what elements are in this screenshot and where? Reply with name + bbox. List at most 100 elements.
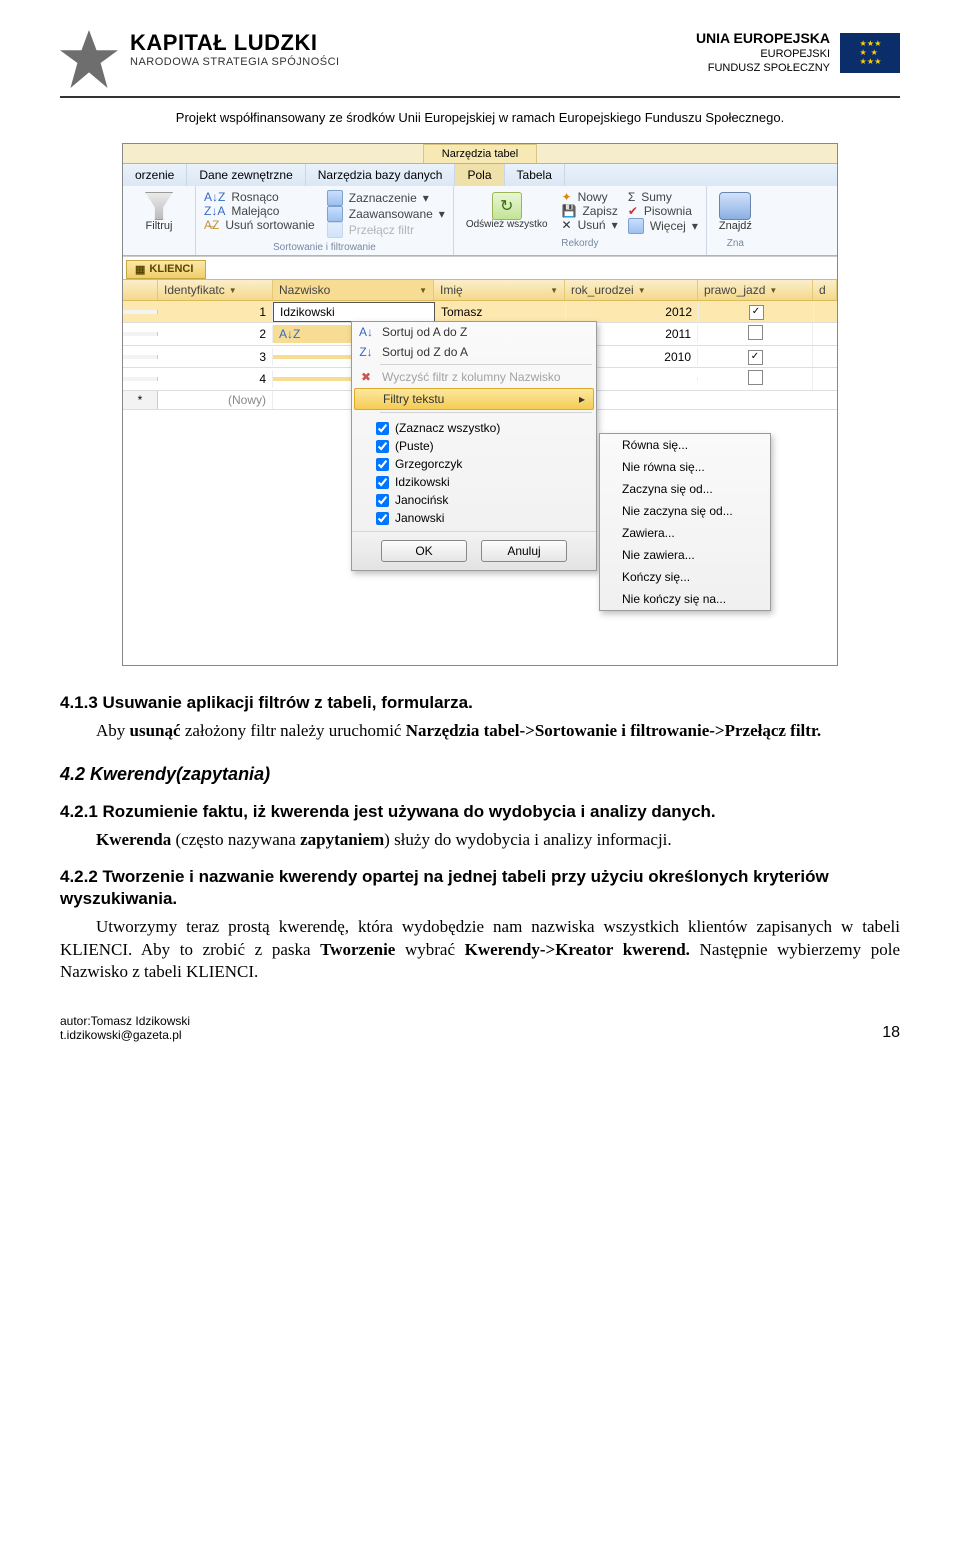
spelling[interactable]: ✔Pisownia bbox=[628, 204, 698, 218]
heading-422: 4.2.2 Tworzenie i nazwanie kwerendy opar… bbox=[60, 866, 900, 911]
ok-button[interactable]: OK bbox=[381, 540, 467, 562]
col-name[interactable]: Nazwisko▼ bbox=[273, 280, 434, 300]
ctx-text-filters-label: Filtry tekstu bbox=[383, 392, 444, 406]
row-header[interactable] bbox=[123, 355, 158, 359]
sort-clear[interactable]: A̶ZUsuń sortowanie bbox=[204, 218, 315, 232]
submenu-item[interactable]: Nie kończy się na... bbox=[600, 588, 770, 610]
checkbox[interactable] bbox=[376, 494, 389, 507]
submenu-item[interactable]: Zawiera... bbox=[600, 522, 770, 544]
project-line: Projekt współfinansowany ze środków Unii… bbox=[60, 110, 900, 125]
submenu-item[interactable]: Równa się... bbox=[600, 434, 770, 456]
cell-id[interactable]: 1 bbox=[158, 303, 273, 321]
cell-rok[interactable]: 2012 bbox=[566, 303, 699, 321]
ctx-check-item[interactable]: Janocińsk bbox=[352, 491, 596, 509]
check-label: Janowski bbox=[395, 511, 444, 525]
selection-icon bbox=[327, 190, 343, 206]
tab-fields[interactable]: Pola bbox=[455, 164, 504, 186]
checkbox-icon[interactable]: ✓ bbox=[749, 305, 764, 320]
ctx-check-item[interactable]: Grzegorczyk bbox=[352, 455, 596, 473]
delete-label: Usuń bbox=[578, 218, 606, 232]
ctx-sort-za[interactable]: Z↓Sortuj od Z do A bbox=[352, 342, 596, 362]
refresh-button[interactable]: Odśwież wszystko bbox=[462, 190, 552, 234]
text-filters-submenu: Równa się... Nie równa się... Zaczyna si… bbox=[599, 433, 771, 611]
row-header[interactable] bbox=[123, 377, 158, 381]
cell-pj[interactable] bbox=[698, 323, 813, 345]
tab-external[interactable]: Dane zewnętrzne bbox=[187, 164, 305, 186]
page-number: 18 bbox=[882, 1024, 900, 1042]
tab-dbtools[interactable]: Narzędzia bazy danych bbox=[306, 164, 456, 186]
cell-pj[interactable]: ✓ bbox=[699, 301, 814, 322]
col-rok[interactable]: rok_urodzei▼ bbox=[565, 280, 698, 300]
sort-desc[interactable]: Z↓AMalejąco bbox=[204, 204, 315, 218]
column-context-menu: A↓Sortuj od A do Z Z↓Sortuj od Z do A ✖W… bbox=[351, 321, 597, 571]
cell-pj[interactable]: ✓ bbox=[698, 346, 813, 367]
sort-clear-label: Usuń sortowanie bbox=[225, 218, 314, 232]
para-422: Utworzymy teraz prostą kwerendę, która w… bbox=[60, 916, 900, 983]
col-id[interactable]: Identyfikatc▼ bbox=[158, 280, 273, 300]
toggle-icon bbox=[327, 222, 343, 238]
cell-id[interactable]: 4 bbox=[158, 370, 273, 388]
submenu-item[interactable]: Nie zawiera... bbox=[600, 544, 770, 566]
save-record[interactable]: 💾Zapisz bbox=[562, 204, 618, 218]
row-selector-head[interactable] bbox=[123, 280, 158, 300]
ctx-text-filters[interactable]: Filtry tekstu▸ bbox=[354, 388, 594, 410]
submenu-item[interactable]: Kończy się... bbox=[600, 566, 770, 588]
ctx-sort-az-label: Sortuj od A do Z bbox=[382, 325, 467, 339]
col-prawo[interactable]: prawo_jazd▼ bbox=[698, 280, 813, 300]
checkbox-icon[interactable]: ✓ bbox=[748, 350, 763, 365]
heading-413: 4.1.3 Usuwanie aplikacji filtrów z tabel… bbox=[60, 692, 900, 714]
ctx-check-item[interactable]: (Zaznacz wszystko) bbox=[352, 419, 596, 437]
advanced-label: Zaawansowane bbox=[349, 207, 433, 221]
heading-421: 4.2.1 Rozumienie faktu, iż kwerenda jest… bbox=[60, 801, 900, 823]
cell-name[interactable]: Idzikowski bbox=[273, 302, 435, 322]
ctx-sort-az[interactable]: A↓Sortuj od A do Z bbox=[352, 322, 596, 342]
t: Kwerendy->Kreator kwerend. bbox=[465, 940, 690, 959]
row-header[interactable] bbox=[123, 310, 158, 314]
row-header[interactable] bbox=[123, 332, 158, 336]
cell-imie[interactable]: Tomasz bbox=[435, 303, 566, 321]
submenu-item[interactable]: Nie zaczyna się od... bbox=[600, 500, 770, 522]
ctx-buttons: OK Anuluj bbox=[352, 531, 596, 570]
checkbox[interactable] bbox=[376, 440, 389, 453]
checkbox[interactable] bbox=[376, 422, 389, 435]
cell-new[interactable]: (Nowy) bbox=[158, 391, 273, 409]
checkbox[interactable] bbox=[376, 512, 389, 525]
totals[interactable]: ΣSumy bbox=[628, 190, 698, 204]
filter-button[interactable]: Filtruj bbox=[131, 190, 187, 234]
ctx-check-item[interactable]: (Puste) bbox=[352, 437, 596, 455]
col-imie[interactable]: Imię▼ bbox=[434, 280, 565, 300]
checkbox[interactable] bbox=[376, 458, 389, 471]
footer: autor:Tomasz Idzikowski t.idzikowski@gaz… bbox=[60, 1014, 900, 1042]
new-record[interactable]: ✦Nowy bbox=[562, 190, 618, 204]
checkbox-icon[interactable] bbox=[748, 325, 763, 340]
refresh-icon bbox=[492, 192, 522, 220]
tab-table[interactable]: Tabela bbox=[505, 164, 565, 186]
submenu-item[interactable]: Nie równa się... bbox=[600, 456, 770, 478]
t: (często nazywana bbox=[171, 830, 300, 849]
tab-create[interactable]: orzenie bbox=[123, 164, 187, 186]
ctx-check-item[interactable]: Janowski bbox=[352, 509, 596, 527]
col-rest[interactable]: d bbox=[813, 280, 837, 300]
cell-id[interactable]: 2 bbox=[158, 325, 273, 343]
more[interactable]: Więcej ▾ bbox=[628, 218, 698, 234]
submenu-item[interactable]: Zaczyna się od... bbox=[600, 478, 770, 500]
table-row[interactable]: 1 Idzikowski Tomasz 2012 ✓ bbox=[123, 301, 837, 323]
kl-subtitle: NARODOWA STRATEGIA SPÓJNOŚCI bbox=[130, 56, 340, 68]
cell-id[interactable]: 3 bbox=[158, 348, 273, 366]
sort-asc[interactable]: A↓ZRosnąco bbox=[204, 190, 315, 204]
cell-pj[interactable] bbox=[698, 368, 813, 390]
selection-filter[interactable]: Zaznaczenie ▾ bbox=[327, 190, 445, 206]
eu-sub1: EUROPEJSKI bbox=[760, 48, 830, 60]
ribbon: Filtruj A↓ZRosnąco Z↓AMalejąco A̶ZUsuń s… bbox=[123, 186, 837, 256]
ribbon-tabs[interactable]: orzenie Dane zewnętrzne Narzędzia bazy d… bbox=[123, 164, 837, 186]
new-row-icon: * bbox=[123, 391, 158, 409]
checkbox-icon[interactable] bbox=[748, 370, 763, 385]
cancel-button[interactable]: Anuluj bbox=[481, 540, 567, 562]
t: Aby bbox=[96, 721, 130, 740]
advanced-filter[interactable]: Zaawansowane ▾ bbox=[327, 206, 445, 222]
ctx-check-item[interactable]: Idzikowski bbox=[352, 473, 596, 491]
table-tab[interactable]: ▦KLIENCI bbox=[126, 260, 206, 279]
delete-record[interactable]: ✕Usuń ▾ bbox=[562, 218, 618, 232]
checkbox[interactable] bbox=[376, 476, 389, 489]
find-button[interactable]: Znajdź bbox=[715, 190, 756, 234]
